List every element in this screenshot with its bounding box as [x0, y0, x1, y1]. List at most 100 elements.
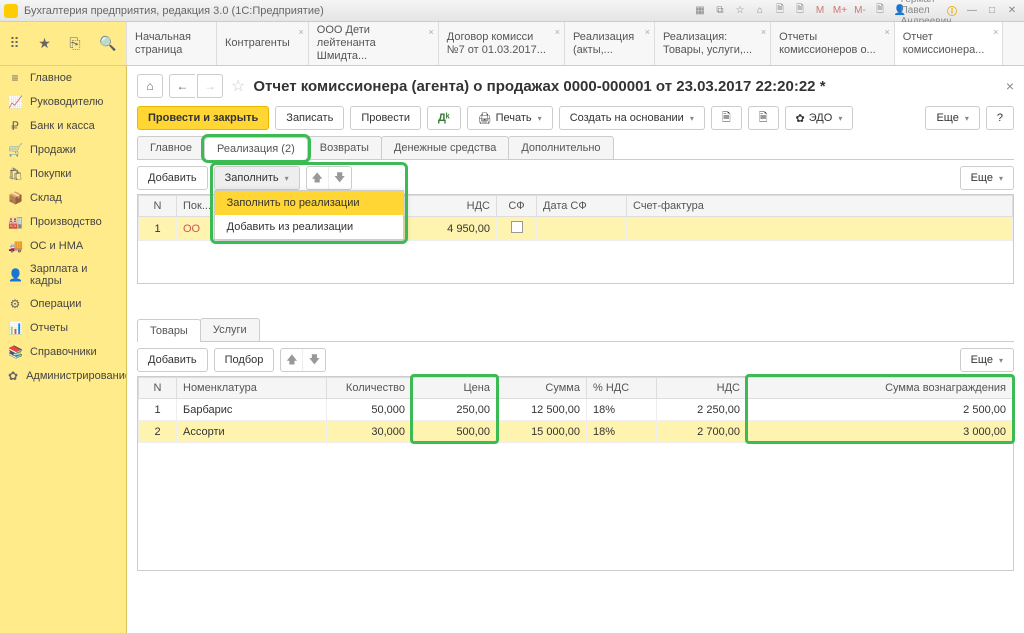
close-button[interactable]: ✕: [1004, 3, 1020, 19]
select-button[interactable]: Подбор: [214, 348, 275, 372]
table-row[interactable]: 2 Ассорти 30,000 500,00 15 000,00 18% 2 …: [139, 421, 1013, 443]
icon-button[interactable]: 🗎: [748, 106, 779, 130]
print-label: Печать: [496, 112, 532, 124]
col-n[interactable]: N: [139, 378, 177, 399]
sidebar-item[interactable]: 🚚ОС и НМА: [0, 234, 126, 258]
inner-tab[interactable]: Главное: [137, 136, 205, 159]
col-price[interactable]: Цена: [412, 378, 497, 399]
dk-button[interactable]: Дᵏ: [427, 106, 461, 130]
more-button[interactable]: Еще▾: [960, 348, 1014, 372]
history-icon[interactable]: ⎘: [69, 35, 80, 52]
col-vat-pct[interactable]: % НДС: [587, 378, 657, 399]
col-sum[interactable]: Сумма: [497, 378, 587, 399]
based-on-button[interactable]: Создать на основании▾: [559, 106, 705, 130]
add-button[interactable]: Добавить: [137, 348, 208, 372]
sidebar-item[interactable]: 📚Справочники: [0, 340, 126, 364]
sidebar-item[interactable]: 📊Отчеты: [0, 316, 126, 340]
move-down-button[interactable]: 🡇: [303, 349, 325, 371]
tool-icon[interactable]: ⌂: [752, 3, 768, 19]
tab-close-icon[interactable]: ×: [884, 26, 889, 39]
edo-button[interactable]: ✿ЭДО▾: [785, 106, 854, 130]
inner-tab[interactable]: Возвраты: [307, 136, 382, 159]
top-tab[interactable]: Отчеткомиссионера...×: [895, 22, 1004, 65]
move-up-button[interactable]: 🡅: [307, 167, 329, 189]
forward-button[interactable]: →: [197, 74, 223, 98]
col-invoice[interactable]: Счет-фактура: [627, 196, 1013, 217]
tab-close-icon[interactable]: ×: [299, 26, 304, 39]
tool-icon[interactable]: ☆: [732, 3, 748, 19]
inner-tab[interactable]: Дополнительно: [508, 136, 613, 159]
doc-close-button[interactable]: ×: [1006, 78, 1014, 94]
sidebar-item[interactable]: ✿Администрирование: [0, 364, 126, 388]
m-label[interactable]: M: [812, 3, 828, 19]
top-tab[interactable]: Отчетыкомиссионеров о...×: [771, 22, 895, 65]
minimize-button[interactable]: —: [964, 3, 980, 19]
m-label[interactable]: M+: [832, 3, 848, 19]
sidebar-item[interactable]: 🛍Покупки: [0, 162, 126, 186]
tool-icon[interactable]: ▦: [692, 3, 708, 19]
tool-icon[interactable]: ⧉: [712, 3, 728, 19]
tool-icon[interactable]: 🗎: [772, 3, 788, 19]
tool-icon[interactable]: 🗎: [872, 3, 888, 19]
top-tab[interactable]: Реализация(акты,...×: [565, 22, 655, 65]
sidebar-item[interactable]: 📈Руководителю: [0, 90, 126, 114]
write-button[interactable]: Записать: [275, 106, 344, 130]
help-button[interactable]: ?: [986, 106, 1014, 130]
sidebar-item[interactable]: 📦Склад: [0, 186, 126, 210]
top-tab[interactable]: ООО Детилейтенанта Шмидта...×: [309, 22, 439, 65]
sidebar-item[interactable]: ₽Банк и касса: [0, 114, 126, 138]
col-qty[interactable]: Количество: [327, 378, 412, 399]
tab-close-icon[interactable]: ×: [761, 26, 766, 39]
fill-by-realization[interactable]: Заполнить по реализации: [215, 191, 403, 215]
tab-close-icon[interactable]: ×: [993, 26, 998, 39]
home-button[interactable]: ⌂: [137, 74, 163, 98]
favorite-icon[interactable]: ☆: [231, 76, 245, 96]
sidebar-item-label: Отчеты: [30, 322, 68, 334]
star-icon[interactable]: ★: [38, 35, 51, 52]
col-nom[interactable]: Номенклатура: [177, 378, 327, 399]
maximize-button[interactable]: □: [984, 3, 1000, 19]
info-icon[interactable]: ⓘ: [944, 3, 960, 19]
tab-close-icon[interactable]: ×: [555, 26, 560, 39]
m-label[interactable]: M-: [852, 3, 868, 19]
cell-sf[interactable]: [497, 217, 537, 241]
checkbox[interactable]: [511, 221, 523, 233]
search-icon[interactable]: 🔍: [99, 35, 116, 52]
table-row[interactable]: 1 Барбарис 50,000 250,00 12 500,00 18% 2…: [139, 399, 1013, 421]
col-date-sf[interactable]: Дата СФ: [537, 196, 627, 217]
top-tab[interactable]: Реализация:Товары, услуги,...×: [655, 22, 771, 65]
move-down-button[interactable]: 🡇: [329, 167, 351, 189]
post-close-button[interactable]: Провести и закрыть: [137, 106, 269, 130]
col-reward[interactable]: Сумма вознаграждения: [747, 378, 1013, 399]
more-button[interactable]: Еще▾: [960, 166, 1014, 190]
tab-close-icon[interactable]: ×: [645, 26, 650, 39]
add-from-realization[interactable]: Добавить из реализации: [215, 215, 403, 239]
col-n[interactable]: N: [139, 196, 177, 217]
post-button[interactable]: Провести: [350, 106, 421, 130]
sidebar-item[interactable]: 👤Зарплата и кадры: [0, 258, 126, 292]
move-up-button[interactable]: 🡅: [281, 349, 303, 371]
sidebar-item[interactable]: ≡Главное: [0, 66, 126, 90]
sidebar-item[interactable]: 🏭Производство: [0, 210, 126, 234]
top-tab[interactable]: Начальнаястраница: [127, 22, 217, 65]
sidebar-item[interactable]: ⚙Операции: [0, 292, 126, 316]
icon-button[interactable]: 🗎: [711, 106, 742, 130]
back-button[interactable]: ←: [169, 74, 195, 98]
print-button[interactable]: 🖨Печать▾: [467, 106, 553, 130]
top-tab[interactable]: Договор комисси№7 от 01.03.2017...×: [439, 22, 565, 65]
add-button[interactable]: Добавить: [137, 166, 208, 190]
col-sf[interactable]: СФ: [497, 196, 537, 217]
tool-icon[interactable]: 🗎: [792, 3, 808, 19]
apps-icon[interactable]: ⠿: [9, 35, 19, 52]
col-vat[interactable]: НДС: [657, 378, 747, 399]
inner-tab[interactable]: Денежные средства: [381, 136, 509, 159]
fill-button[interactable]: Заполнить▾: [214, 166, 300, 190]
sidebar-item[interactable]: 🛒Продажи: [0, 138, 126, 162]
lower-tab[interactable]: Товары: [137, 319, 201, 342]
inner-tab-realization[interactable]: Реализация (2): [204, 137, 308, 160]
user-name[interactable]: Герман Павел Андреевич: [918, 3, 934, 19]
top-tab[interactable]: Контрагенты×: [217, 22, 309, 65]
tab-close-icon[interactable]: ×: [429, 26, 434, 39]
lower-tab[interactable]: Услуги: [200, 318, 260, 341]
more-button[interactable]: Еще▾: [925, 106, 979, 130]
